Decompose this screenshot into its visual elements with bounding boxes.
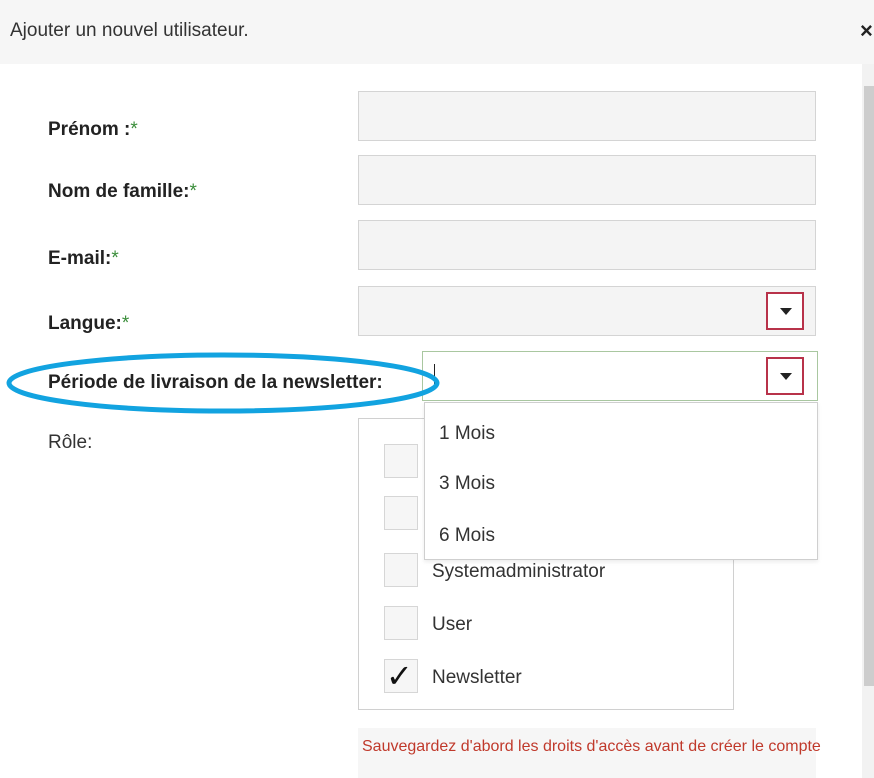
email-input[interactable] [358,220,816,270]
language-label: Langue:* [48,313,129,335]
role-checkbox[interactable] [384,444,418,478]
close-button[interactable]: × [860,18,873,44]
newsletter-period-label: Période de livraison de la newsletter: [48,372,383,393]
newsletter-period-dropdown: 1 Mois 3 Mois 6 Mois [424,402,818,560]
email-label-text: E-mail: [48,248,112,269]
last-name-input[interactable] [358,155,816,205]
dropdown-option-3-months[interactable]: 3 Mois [439,473,495,495]
language-select[interactable] [358,286,816,336]
notice-text: Sauvegardez d'abord les droits d'accès a… [362,738,821,755]
role-label: Rôle: [48,432,93,453]
role-checkbox[interactable] [384,496,418,530]
language-label-text: Langue: [48,313,122,334]
required-mark: * [121,313,130,334]
dialog-title: Ajouter un nouvel utilisateur. [10,20,249,41]
chevron-down-icon [780,373,792,380]
role-checkbox-systemadministrator[interactable] [384,553,418,587]
email-label: E-mail:* [48,248,119,270]
role-label-systemadministrator: Systemadministrator [432,561,606,582]
first-name-input[interactable] [358,91,816,141]
dropdown-option-6-months[interactable]: 6 Mois [439,525,495,547]
first-name-label: Prénom :* [48,119,138,141]
required-mark: * [111,248,119,269]
checkmark-icon: ✓ [386,658,413,694]
role-label-user: User [432,614,473,635]
dialog-header: Ajouter un nouvel utilisateur. × [0,0,874,64]
required-mark: * [130,119,138,140]
text-cursor [434,364,435,388]
chevron-down-icon [780,308,792,315]
role-label-newsletter: Newsletter [432,667,522,688]
first-name-label-text: Prénom : [48,119,131,140]
last-name-label-text: Nom de famille: [48,181,190,202]
scrollbar-thumb[interactable] [864,86,874,686]
newsletter-period-select[interactable] [422,351,818,401]
language-dropdown-button[interactable] [766,292,804,330]
required-mark: * [189,181,197,202]
role-checkbox-user[interactable] [384,606,418,640]
newsletter-period-dropdown-button[interactable] [766,357,804,395]
last-name-label: Nom de famille:* [48,181,197,203]
dropdown-option-1-month[interactable]: 1 Mois [439,423,495,445]
